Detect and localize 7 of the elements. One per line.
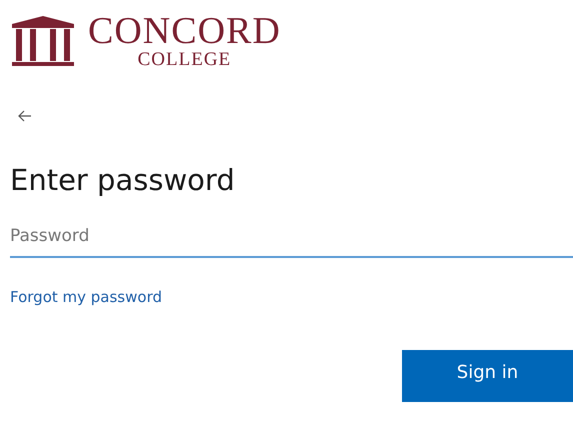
logo-name: CONCORD <box>88 12 281 50</box>
sign-in-button[interactable]: Sign in <box>402 350 573 402</box>
back-arrow-icon[interactable] <box>18 110 32 122</box>
forgot-password-link[interactable]: Forgot my password <box>10 288 162 306</box>
building-columns-icon <box>10 16 76 66</box>
page-heading: Enter password <box>10 162 235 198</box>
logo-subtitle: COLLEGE <box>138 50 232 70</box>
